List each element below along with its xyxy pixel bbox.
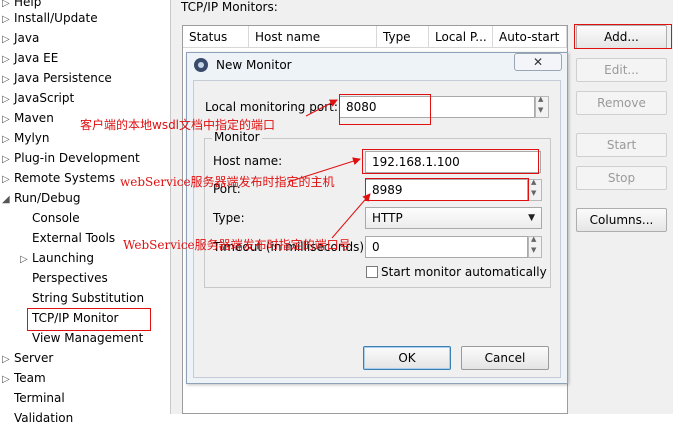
ok-button[interactable]: OK — [363, 346, 451, 370]
tree-item-label: Server — [14, 351, 54, 365]
autostart-label: Start monitor automatically — [381, 265, 547, 279]
tree-item[interactable]: ▷ JavaScript — [2, 88, 74, 108]
chevron-down-icon: ▼ — [528, 213, 535, 223]
autostart-checkbox[interactable] — [366, 266, 378, 278]
tree-item[interactable]: ▷ Install/Update — [2, 8, 98, 28]
local-port-label: Local monitoring port: — [205, 100, 338, 114]
type-select[interactable]: HTTP ▼ — [365, 207, 542, 229]
tree-item[interactable]: ▷ Team — [2, 368, 46, 388]
tree-item-label: Java EE — [14, 51, 59, 65]
local-port-spinner[interactable] — [535, 95, 549, 118]
tree-item[interactable]: ◢ Run/Debug — [2, 188, 81, 208]
collapsed-arrow-icon[interactable]: ▷ — [2, 350, 14, 370]
collapsed-arrow-icon[interactable]: ▷ — [20, 250, 32, 270]
annotation-box-host — [362, 149, 539, 174]
eclipse-icon — [194, 58, 208, 72]
tree-item[interactable]: Perspectives — [20, 268, 108, 288]
tree-item-label: Plug-in Development — [14, 151, 140, 165]
tree-item-label: Perspectives — [32, 271, 108, 285]
collapsed-arrow-icon[interactable]: ▷ — [2, 30, 14, 50]
annotation-host: webService服务器端发布时指定的主机 — [120, 175, 335, 189]
annotation-local-port: 客户端的本地wsdl文档中指定的端口 — [80, 118, 276, 132]
annotation-port: WebService服务器端发布时指定的端口号 — [123, 238, 351, 252]
collapsed-arrow-icon[interactable]: ▷ — [2, 170, 14, 190]
tree-item-label: Remote Systems — [14, 171, 116, 185]
tree-item[interactable]: ▷ Java Persistence — [2, 68, 112, 88]
tree-item[interactable]: ▷ Java — [2, 28, 39, 48]
tree-item[interactable]: String Substitution — [20, 288, 144, 308]
tree-item[interactable]: ▷ Maven — [2, 108, 54, 128]
remove-button[interactable]: Remove — [576, 91, 667, 115]
preferences-tree: ▷ Help ▷ Install/Update ▷ Java ▷ Java EE ▷ Java P… — [0, 0, 170, 425]
tree-item-label: Run/Debug — [14, 191, 81, 205]
tree-item[interactable]: ▷ Plug-in Development — [2, 148, 140, 168]
collapsed-arrow-icon[interactable]: ▷ — [2, 110, 14, 130]
columns-button[interactable]: Columns... — [576, 208, 667, 232]
column-host-name[interactable]: Host name — [249, 26, 377, 48]
annotation-box-add — [574, 24, 672, 49]
tree-item-label: String Substitution — [32, 291, 145, 305]
tree-item[interactable]: ▷ Mylyn — [2, 128, 50, 148]
tree-item-label: JavaScript — [14, 91, 75, 105]
type-select-value: HTTP — [372, 211, 403, 225]
tree-item[interactable]: ▷ Launching — [20, 248, 94, 268]
annotation-box-port — [365, 178, 529, 201]
tree-item-label: Launching — [32, 251, 95, 265]
tree-item-label: Validation — [14, 411, 74, 425]
tree-item[interactable]: ▷ Remote Systems — [2, 168, 115, 188]
edit-button[interactable]: Edit... — [576, 58, 667, 82]
tree-item[interactable]: View Management — [20, 328, 143, 348]
start-button[interactable]: Start — [576, 133, 667, 157]
page-title: TCP/IP Monitors: — [181, 0, 278, 14]
host-name-label: Host name: — [213, 154, 283, 168]
stop-button[interactable]: Stop — [576, 166, 667, 190]
dialog-title: New Monitor — [216, 58, 292, 72]
column-type[interactable]: Type — [377, 26, 429, 48]
tree-item-label: Team — [14, 371, 46, 385]
tree-item-label: External Tools — [32, 231, 116, 245]
column-status[interactable]: Status — [183, 26, 249, 48]
cancel-button[interactable]: Cancel — [461, 346, 549, 370]
tree-item-label: Console — [32, 211, 80, 225]
tree-item[interactable]: Console — [20, 208, 80, 228]
collapsed-arrow-icon[interactable]: ▷ — [2, 10, 14, 30]
tree-item-label: Terminal — [14, 391, 65, 405]
tree-item[interactable]: Validation — [2, 408, 73, 428]
collapsed-arrow-icon[interactable]: ▷ — [2, 70, 14, 90]
column-auto-start[interactable]: Auto-start — [493, 26, 567, 48]
tree-item[interactable]: ▷ Server — [2, 348, 53, 368]
tree-item-label: View Management — [32, 331, 144, 345]
expanded-arrow-icon[interactable]: ◢ — [2, 190, 14, 210]
annotation-box-tcpip-monitor — [27, 308, 151, 331]
tree-item-label: Java Persistence — [14, 71, 112, 85]
collapsed-arrow-icon[interactable]: ▷ — [2, 130, 14, 150]
tree-item[interactable]: ▷ Java EE — [2, 48, 58, 68]
close-icon: ✕ — [532, 55, 544, 69]
column-local-port[interactable]: Local P... — [429, 26, 493, 48]
timeout-spinner[interactable] — [528, 235, 542, 258]
tree-item-label: Java — [14, 31, 40, 45]
tree-item-label: Mylyn — [14, 131, 50, 145]
collapsed-arrow-icon[interactable]: ▷ — [2, 90, 14, 110]
collapsed-arrow-icon[interactable]: ▷ — [2, 50, 14, 70]
collapsed-arrow-icon[interactable]: ▷ — [2, 150, 14, 170]
tree-item-label: Maven — [14, 111, 54, 125]
collapsed-arrow-icon[interactable]: ▷ — [2, 370, 14, 390]
port-spinner[interactable] — [528, 178, 542, 201]
tree-item-label: Install/Update — [14, 11, 98, 25]
annotation-box-local-port — [339, 94, 431, 125]
close-button[interactable]: ✕ — [514, 53, 562, 71]
type-label: Type: — [213, 211, 245, 225]
tree-item[interactable]: Terminal — [2, 388, 65, 408]
timeout-field[interactable]: 0 — [365, 236, 528, 258]
tree-item[interactable]: External Tools — [20, 228, 115, 248]
